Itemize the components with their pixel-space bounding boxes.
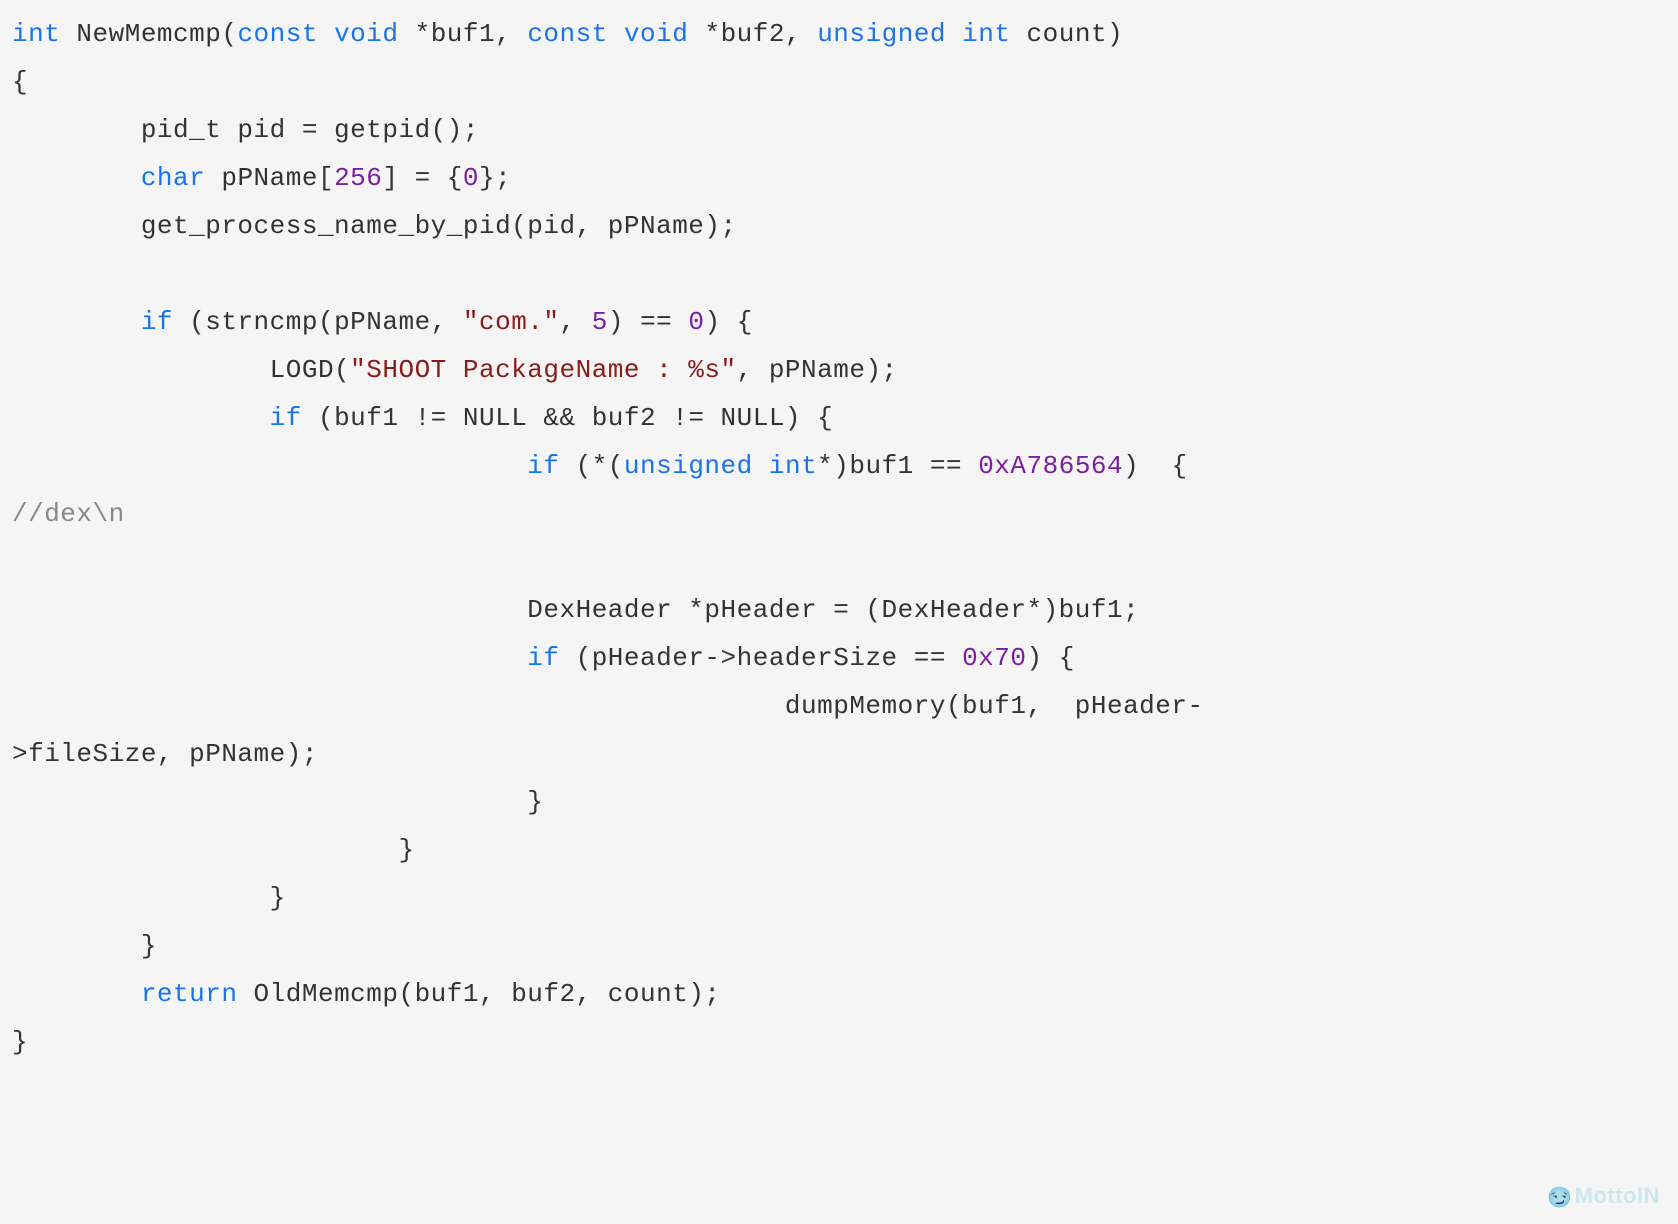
type-void: void bbox=[624, 19, 688, 49]
close-brace: } bbox=[12, 883, 286, 913]
kw-return: return bbox=[141, 979, 238, 1009]
comment-dex: //dex\n bbox=[12, 499, 125, 529]
kw-const: const bbox=[527, 19, 608, 49]
type-unsigned: unsigned bbox=[624, 451, 753, 481]
str-shoot: "SHOOT PackageName : %s" bbox=[350, 355, 736, 385]
watermark-mottoin: MottoIN bbox=[1547, 1183, 1660, 1210]
close-brace: } bbox=[12, 835, 415, 865]
kw-const: const bbox=[237, 19, 318, 49]
kw-if: if bbox=[527, 643, 559, 673]
type-int: int bbox=[769, 451, 817, 481]
num-0: 0 bbox=[688, 307, 704, 337]
type-char: char bbox=[141, 163, 205, 193]
brace-open: { bbox=[12, 67, 28, 97]
type-int: int bbox=[12, 19, 60, 49]
brace-close: } bbox=[12, 1027, 28, 1057]
line-dump: dumpMemory(buf1, pHeader- bbox=[12, 691, 1204, 721]
line-getproc: get_process_name_by_pid(pid, pPName); bbox=[12, 211, 737, 241]
arg3: count) bbox=[1010, 19, 1123, 49]
line-dexheader: DexHeader *pHeader = (DexHeader*)buf1; bbox=[12, 595, 1139, 625]
line-pid: pid_t pid = getpid(); bbox=[12, 115, 479, 145]
type-void: void bbox=[334, 19, 398, 49]
kw-if: if bbox=[527, 451, 559, 481]
num-256: 256 bbox=[334, 163, 382, 193]
fn-decl: NewMemcmp( bbox=[60, 19, 237, 49]
num-5: 5 bbox=[592, 307, 608, 337]
return-body: OldMemcmp(buf1, buf2, count); bbox=[237, 979, 720, 1009]
close-brace: } bbox=[12, 931, 157, 961]
type-int: int bbox=[962, 19, 1010, 49]
kw-if: if bbox=[270, 403, 302, 433]
indent bbox=[12, 163, 141, 193]
hex-magic: 0xA786564 bbox=[978, 451, 1123, 481]
arg2: *buf2, bbox=[688, 19, 817, 49]
kw-if: if bbox=[141, 307, 173, 337]
code-snippet: int NewMemcmp(const void *buf1, const vo… bbox=[0, 0, 1678, 1076]
num-0: 0 bbox=[463, 163, 479, 193]
close-brace: } bbox=[12, 787, 543, 817]
str-com: "com." bbox=[463, 307, 560, 337]
type-unsigned: unsigned bbox=[817, 19, 946, 49]
arg1: *buf1, bbox=[399, 19, 528, 49]
line-dump-cont: >fileSize, pPName); bbox=[12, 739, 318, 769]
hex-70: 0x70 bbox=[962, 643, 1026, 673]
